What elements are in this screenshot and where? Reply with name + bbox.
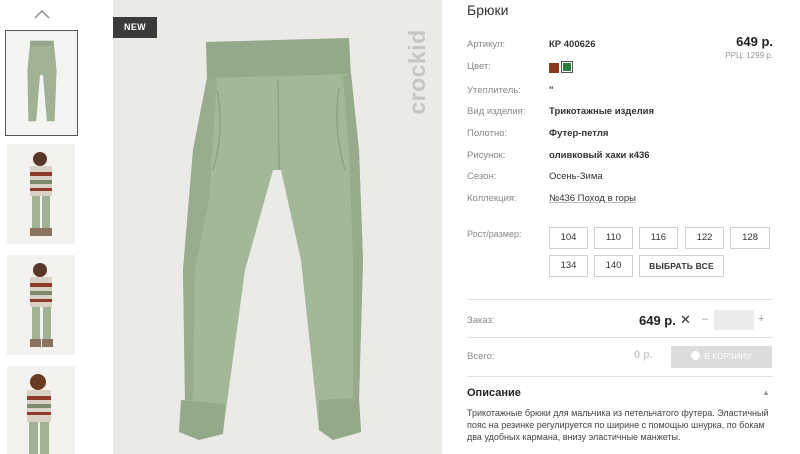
order-price: 649 р.: [639, 313, 676, 328]
chevron-up-icon[interactable]: ▲: [762, 388, 770, 397]
size-option[interactable]: 122: [685, 227, 724, 249]
size-option[interactable]: 128: [730, 227, 770, 249]
attr-value: Осень-Зима: [549, 171, 603, 182]
brand-logo-text: crockid: [404, 29, 430, 115]
pants-image: [113, 0, 442, 454]
divider: [467, 337, 773, 338]
quantity-minus-button[interactable]: –: [702, 313, 712, 325]
close-icon[interactable]: ✕: [680, 313, 692, 327]
product-title: Брюки: [467, 2, 509, 18]
attr-label: Артикул:: [467, 39, 506, 50]
total-label: Всего:: [467, 351, 495, 362]
thumbnail-pants[interactable]: [5, 30, 78, 136]
attr-value: КР 400626: [549, 39, 596, 50]
product-price: 649 р.: [736, 34, 773, 49]
order-label: Заказ:: [467, 315, 495, 326]
size-option[interactable]: 134: [549, 255, 588, 277]
size-option[interactable]: 116: [639, 227, 678, 249]
size-option[interactable]: 140: [594, 255, 633, 277]
product-details: Брюки 649 р. РРЦ: 1299 р. Артикул: КР 40…: [467, 0, 773, 454]
select-all-sizes-button[interactable]: ВЫБРАТЬ ВСЕ: [639, 255, 724, 277]
attr-label: Цвет:: [467, 61, 491, 72]
quantity-input[interactable]: [714, 310, 754, 330]
attr-label: Коллекция:: [467, 193, 517, 204]
color-swatch-brown[interactable]: [549, 63, 559, 73]
thumbnail-gallery: [0, 0, 82, 454]
cart-icon: [691, 351, 701, 360]
total-value: 0 р.: [634, 349, 653, 361]
size-option[interactable]: 104: [549, 227, 588, 249]
add-to-cart-label: В КОРЗИНУ: [704, 352, 752, 361]
attr-value: оливковый хаки к436: [549, 150, 650, 161]
divider: [467, 299, 773, 300]
thumbnail-model-3[interactable]: [7, 366, 75, 454]
attr-label: Сезон:: [467, 171, 497, 182]
thumbnail-model-2[interactable]: [7, 255, 75, 355]
main-product-image[interactable]: NEW: [113, 0, 442, 454]
brand-logo: crockid: [404, 13, 430, 131]
divider: [467, 376, 773, 377]
description-title: Описание: [467, 387, 521, 399]
attr-value: Футер-петля: [549, 128, 609, 139]
attr-label: Вид изделия:: [467, 106, 526, 117]
attr-value: Трикотажные изделия: [549, 106, 655, 117]
description-text: Трикотажные брюки для мальчика из петель…: [467, 408, 769, 442]
quantity-plus-button[interactable]: +: [758, 313, 768, 325]
collection-link[interactable]: №436 Поход в горы: [549, 193, 636, 204]
attr-value: ": [549, 85, 554, 96]
new-badge: NEW: [113, 17, 157, 38]
chevron-up-icon[interactable]: [33, 8, 51, 20]
recommended-price: РРЦ: 1299 р.: [725, 51, 773, 60]
attr-label: Полотно:: [467, 128, 508, 139]
attr-label: Утеплитель:: [467, 85, 521, 96]
size-option[interactable]: 110: [594, 227, 633, 249]
attr-label: Рисунок:: [467, 150, 506, 161]
color-swatch-green[interactable]: [561, 61, 573, 73]
add-to-cart-button[interactable]: В КОРЗИНУ: [671, 346, 772, 368]
thumbnail-model-1[interactable]: [7, 144, 75, 244]
size-label: Рост/размер:: [467, 229, 522, 239]
